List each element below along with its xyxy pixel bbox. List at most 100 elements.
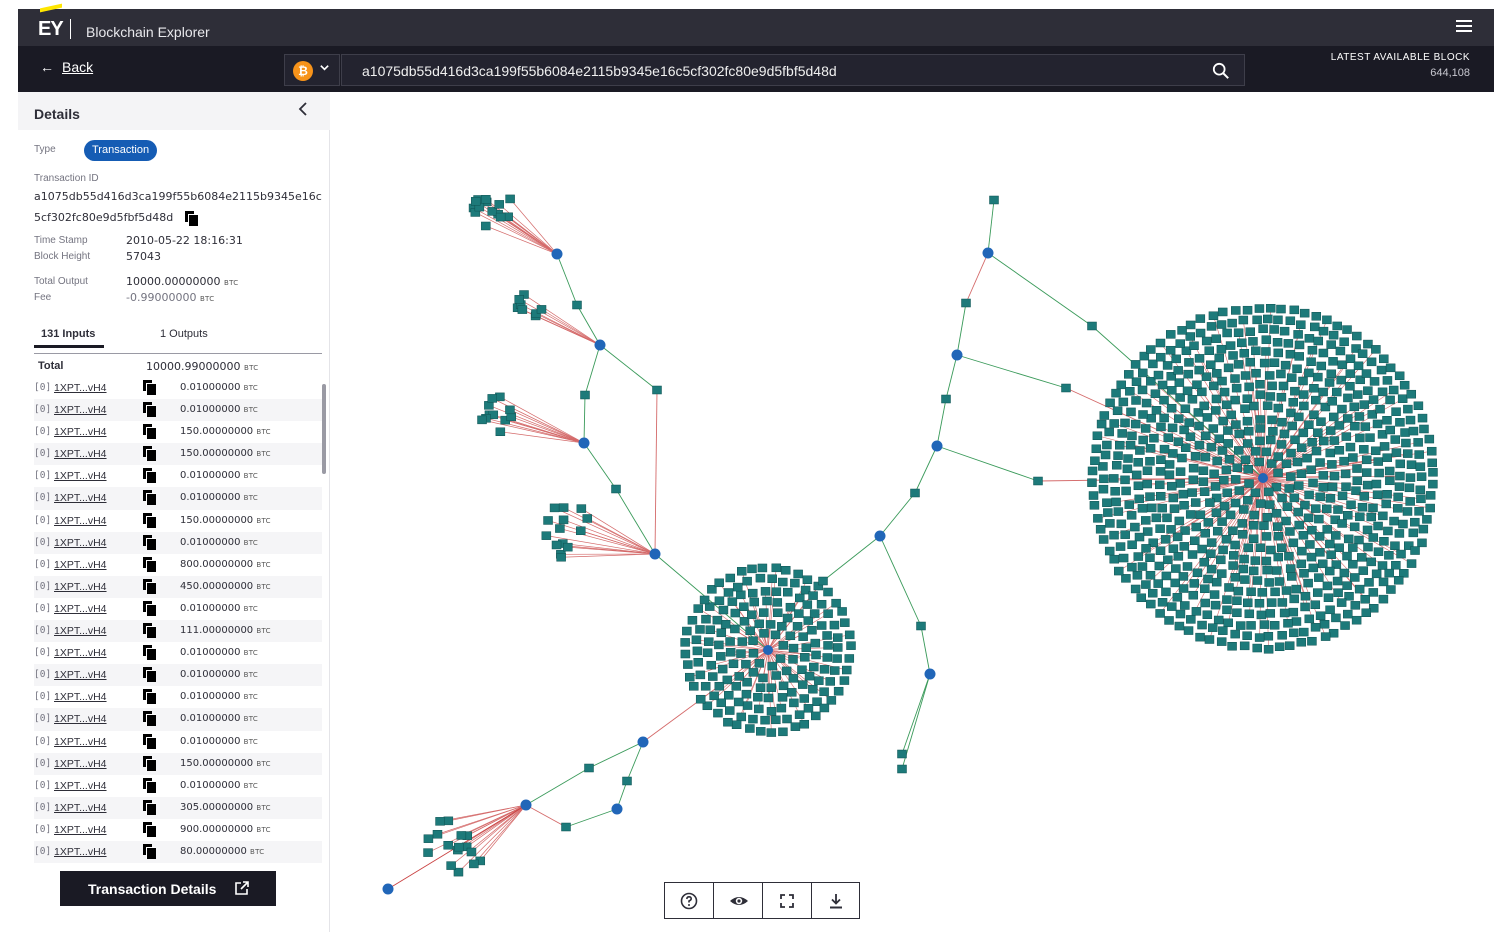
address-node[interactable] — [1337, 360, 1348, 370]
back-link[interactable]: ← Back — [40, 59, 93, 75]
address-node[interactable] — [1249, 521, 1259, 530]
address-node[interactable] — [1291, 584, 1302, 594]
address-node[interactable] — [1273, 348, 1284, 358]
address-node[interactable] — [1419, 424, 1429, 434]
address-node[interactable] — [1145, 444, 1156, 453]
address-node[interactable] — [683, 660, 693, 669]
address-node[interactable] — [819, 687, 829, 696]
address-node[interactable] — [1395, 459, 1406, 469]
address-node[interactable] — [700, 682, 711, 691]
address-node[interactable] — [1172, 593, 1183, 602]
address-node[interactable] — [1328, 628, 1339, 638]
address-node[interactable] — [777, 622, 787, 631]
input-address-link[interactable]: 1XPT...vH4 — [54, 802, 107, 814]
address-node[interactable] — [1311, 446, 1322, 456]
address-node[interactable] — [1288, 538, 1299, 548]
address-node[interactable] — [1354, 584, 1365, 594]
address-node[interactable] — [1254, 633, 1265, 642]
address-node[interactable] — [1377, 561, 1388, 570]
address-node[interactable] — [1288, 398, 1298, 407]
address-node[interactable] — [1313, 428, 1323, 437]
address-node[interactable] — [1239, 641, 1250, 651]
address-node[interactable] — [826, 696, 837, 705]
address-node[interactable] — [916, 621, 926, 631]
address-node[interactable] — [1149, 433, 1159, 443]
address-node[interactable] — [1319, 620, 1330, 629]
address-node[interactable] — [1237, 530, 1248, 539]
address-node[interactable] — [832, 633, 843, 642]
address-node[interactable] — [810, 638, 821, 648]
input-address-link[interactable]: 1XPT...vH4 — [54, 758, 107, 770]
address-node[interactable] — [1354, 412, 1365, 421]
address-node[interactable] — [701, 614, 711, 624]
address-node[interactable] — [695, 625, 705, 634]
address-node[interactable] — [1202, 413, 1213, 422]
input-address-link[interactable]: 1XPT...vH4 — [54, 515, 107, 527]
address-node[interactable] — [1273, 468, 1283, 478]
address-node[interactable] — [788, 643, 799, 653]
address-node[interactable] — [1261, 447, 1272, 457]
address-node[interactable] — [1092, 431, 1103, 441]
address-node[interactable] — [1121, 486, 1131, 496]
address-node[interactable] — [822, 653, 833, 662]
address-node[interactable] — [1159, 395, 1169, 405]
address-node[interactable] — [1342, 581, 1352, 590]
address-node[interactable] — [763, 693, 774, 703]
address-node[interactable] — [1089, 501, 1100, 510]
address-node[interactable] — [1394, 482, 1405, 491]
address-node[interactable] — [1117, 429, 1127, 438]
address-node[interactable] — [1300, 602, 1310, 612]
address-node[interactable] — [1111, 460, 1122, 470]
address-node[interactable] — [1180, 404, 1191, 413]
address-node[interactable] — [1362, 525, 1373, 535]
address-node[interactable] — [1197, 544, 1207, 554]
input-address-link[interactable]: 1XPT...vH4 — [54, 404, 107, 416]
address-node[interactable] — [1314, 532, 1325, 541]
address-node[interactable] — [1406, 389, 1417, 399]
address-node[interactable] — [1417, 538, 1427, 548]
address-node[interactable] — [1289, 628, 1299, 638]
address-node[interactable] — [1331, 613, 1341, 623]
address-node[interactable] — [1290, 386, 1300, 396]
address-node[interactable] — [1195, 632, 1205, 642]
address-node[interactable] — [1210, 482, 1221, 491]
address-node[interactable] — [778, 577, 788, 587]
address-node[interactable] — [736, 712, 747, 722]
address-node[interactable] — [705, 625, 716, 634]
address-node[interactable] — [717, 664, 728, 674]
address-node[interactable] — [1131, 396, 1141, 405]
address-node[interactable] — [1285, 316, 1296, 326]
address-node[interactable] — [1213, 615, 1224, 625]
address-node[interactable] — [702, 648, 713, 657]
address-node[interactable] — [708, 672, 718, 681]
address-node[interactable] — [1273, 403, 1284, 413]
address-node[interactable] — [1219, 501, 1230, 511]
address-node[interactable] — [808, 684, 818, 694]
address-node[interactable] — [1199, 401, 1209, 411]
address-node[interactable] — [748, 649, 759, 658]
address-node[interactable] — [1250, 488, 1261, 498]
address-node[interactable] — [495, 427, 506, 437]
address-node[interactable] — [1292, 364, 1302, 374]
address-node[interactable] — [1390, 435, 1401, 444]
address-node[interactable] — [766, 683, 777, 692]
address-node[interactable] — [1281, 586, 1292, 595]
address-node[interactable] — [680, 638, 690, 647]
address-node[interactable] — [1263, 487, 1274, 497]
address-node[interactable] — [1348, 543, 1358, 552]
address-node[interactable] — [1276, 304, 1286, 314]
input-address-link[interactable]: 1XPT...vH4 — [54, 647, 107, 659]
address-node[interactable] — [1217, 307, 1228, 317]
address-node[interactable] — [1265, 609, 1276, 618]
address-node[interactable] — [481, 195, 491, 204]
address-node[interactable] — [840, 618, 850, 627]
address-node[interactable] — [809, 662, 819, 672]
address-node[interactable] — [941, 394, 951, 404]
address-node[interactable] — [1391, 407, 1401, 416]
address-node[interactable] — [1133, 458, 1143, 467]
address-node[interactable] — [811, 650, 821, 660]
address-node[interactable] — [1311, 395, 1321, 405]
address-node[interactable] — [1326, 550, 1336, 559]
address-node[interactable] — [1277, 631, 1287, 640]
address-node[interactable] — [734, 672, 744, 681]
